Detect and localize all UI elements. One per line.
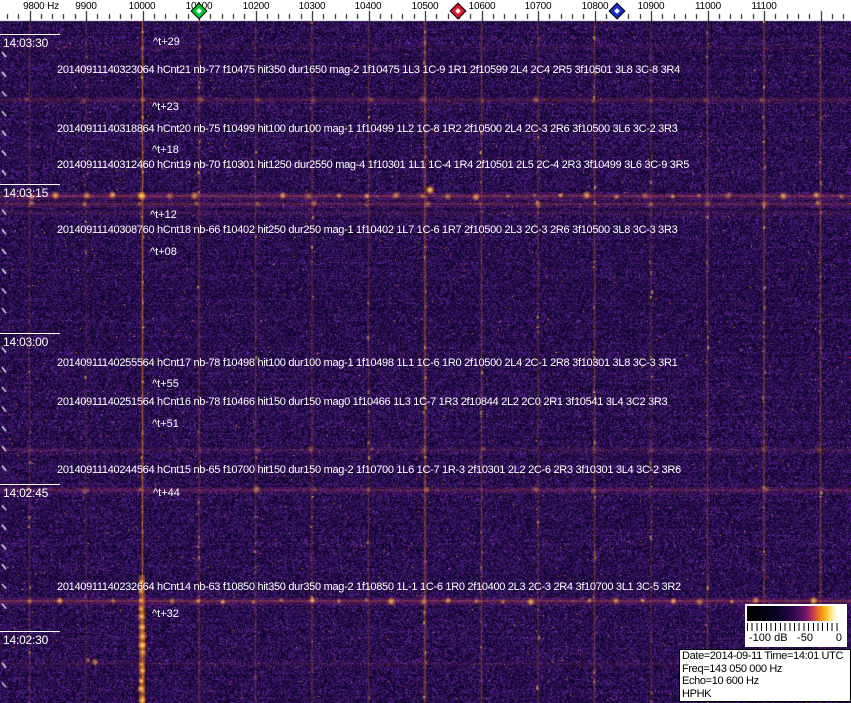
freq-axis-label: 10900: [637, 1, 665, 12]
colorbar-ticks: [747, 623, 841, 631]
event-time-marker: ^t+12: [150, 209, 177, 221]
event-time-marker: ^t+29: [153, 36, 180, 48]
info-frequency: Freq=143 050 000 Hz: [682, 662, 783, 675]
info-date-time: Date=2014-09-11 Time=14:01 UTC: [682, 650, 844, 662]
freq-axis-label: 10300: [298, 1, 326, 12]
event-time-marker: ^t+51: [152, 418, 179, 430]
time-label: 14:02:30: [0, 631, 60, 647]
freq-axis-label: 11000: [694, 1, 722, 12]
info-box: Date=2014-09-11 Time=14:01 UTC Freq=143 …: [679, 649, 851, 702]
green-diamond-marker-center-dot: [196, 8, 202, 14]
time-label: 14:03:15: [0, 184, 60, 200]
event-time-marker: ^t+18: [152, 144, 179, 156]
freq-axis-label: 9800 Hz: [23, 1, 59, 12]
event-time-marker: ^t+44: [153, 487, 180, 499]
freq-axis-label: 11100: [751, 1, 777, 12]
freq-axis-label: 10500: [411, 1, 439, 12]
event-time-marker: ^t+08: [150, 246, 177, 258]
event-time-marker: ^t+55: [152, 378, 179, 390]
detection-line: 20140911140255564 hCnt17 nb-78 f10498 hi…: [57, 357, 678, 369]
colorbar-label-max: 0: [835, 632, 842, 644]
spectrogram-display: 9800 Hz990010000101001020010300104001050…: [0, 0, 851, 703]
freq-axis-label: 9900: [75, 1, 97, 12]
colorbar-labels: -100 dB -50 0: [747, 632, 843, 645]
event-time-marker: ^t+23: [152, 101, 179, 113]
freq-axis-label: 10200: [242, 1, 270, 12]
detection-line: 20140911140308760 hCnt18 nb-66 f10402 hi…: [57, 224, 678, 236]
detection-line: 20140911140323064 hCnt21 nb-77 f10475 hi…: [57, 64, 680, 76]
colorbar-label-min: -100 dB: [749, 632, 788, 644]
colorbar-gradient: [747, 606, 841, 621]
detection-line: 20140911140312460 hCnt19 nb-70 f10301 hi…: [57, 159, 690, 171]
freq-axis-label: 10000: [128, 1, 156, 12]
red-diamond-marker-center-dot: [455, 8, 461, 14]
detection-line: 20140911140244564 hCnt15 nb-65 f10700 hi…: [57, 464, 681, 476]
spectrogram-canvas: [0, 0, 851, 703]
colorbar: -100 dB -50 0: [745, 604, 847, 647]
freq-axis-label: 10700: [524, 1, 552, 12]
time-label: 14:03:30: [0, 34, 60, 50]
info-echo: Echo=10 600 Hz: [682, 675, 759, 688]
colorbar-label-mid: -50: [797, 632, 813, 644]
detection-line: 20140911140318864 hCnt20 nb-75 f10499 hi…: [57, 123, 678, 135]
freq-axis-label: 10400: [354, 1, 382, 12]
detection-line: 20140911140232664 hCnt14 nb-63 f10850 hi…: [57, 581, 681, 593]
freq-axis-label: 10800: [581, 1, 609, 12]
time-label: 14:03:00: [0, 333, 60, 349]
detection-line: 20140911140251564 hCnt16 nb-78 f10466 hi…: [57, 396, 668, 408]
time-label: 14:02:45: [0, 484, 60, 500]
blue-diamond-marker-center-dot: [614, 8, 620, 14]
info-station-id: HPHK: [682, 688, 712, 701]
freq-axis-label: 10600: [468, 1, 496, 12]
event-time-marker: ^t+32: [152, 608, 179, 620]
